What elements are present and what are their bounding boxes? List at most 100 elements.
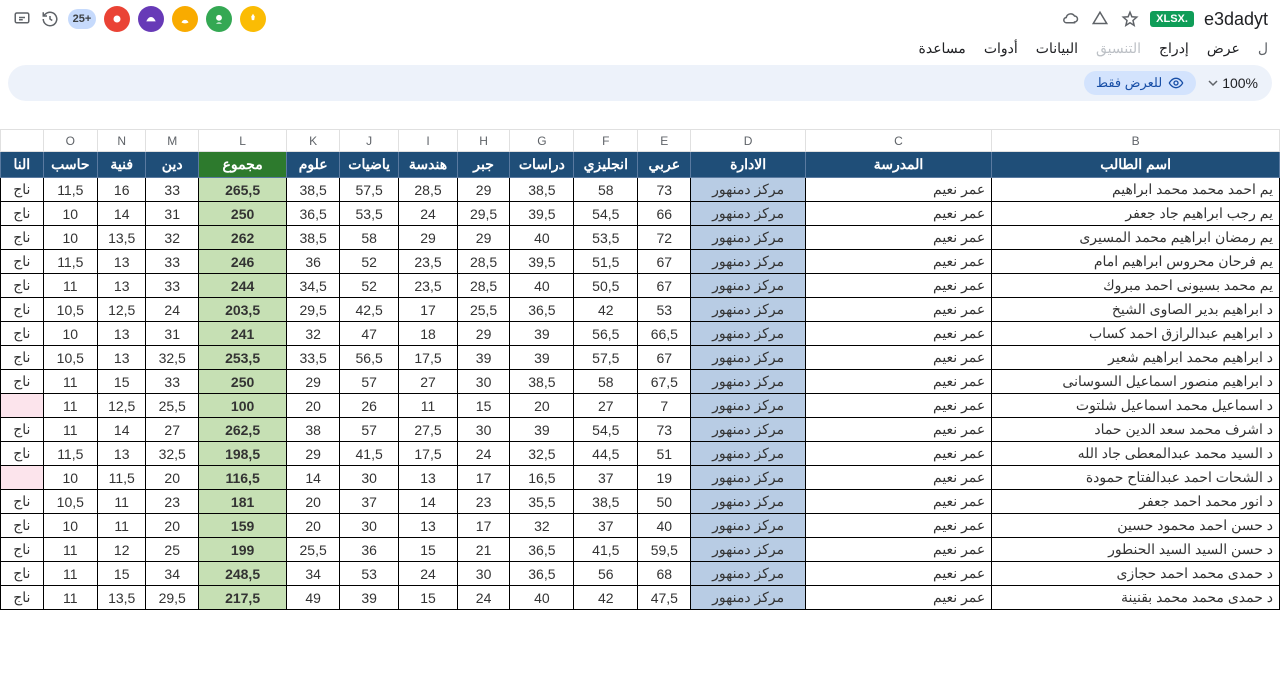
cell[interactable]: 67,5 xyxy=(638,370,691,394)
cell[interactable]: ناج xyxy=(1,586,44,610)
cell[interactable]: 15 xyxy=(457,394,510,418)
cell[interactable]: 11 xyxy=(43,394,97,418)
cell[interactable]: 13 xyxy=(399,514,458,538)
cell[interactable] xyxy=(1,466,44,490)
col-J[interactable]: J xyxy=(340,130,399,152)
cell[interactable]: 13 xyxy=(399,466,458,490)
cell[interactable]: 54,5 xyxy=(574,418,638,442)
cell[interactable]: 29 xyxy=(399,226,458,250)
cell[interactable]: 58 xyxy=(574,370,638,394)
table-row[interactable]: ناج11,51332,5198,52941,517,52432,544,551… xyxy=(1,442,1280,466)
cell[interactable]: 38,5 xyxy=(287,226,340,250)
cell[interactable]: 20 xyxy=(146,514,199,538)
table-row[interactable]: ناج1113,529,5217,549391524404247,5مركز د… xyxy=(1,586,1280,610)
table-row[interactable]: ناج101331241324718293956,566,5مركز دمنهو… xyxy=(1,322,1280,346)
zoom-selector[interactable]: 100% xyxy=(1208,75,1258,91)
cell[interactable]: 31 xyxy=(146,202,199,226)
cell[interactable]: 33 xyxy=(146,370,199,394)
cell[interactable]: 159 xyxy=(199,514,287,538)
cell[interactable]: 33 xyxy=(146,274,199,298)
cell[interactable]: 30 xyxy=(457,370,510,394)
cell[interactable]: يم رجب ابراهيم جاد جعفر xyxy=(992,202,1280,226)
cell[interactable]: 34 xyxy=(146,562,199,586)
cell[interactable]: ناج xyxy=(1,562,44,586)
star-icon[interactable] xyxy=(1120,9,1140,29)
cell[interactable]: مركز دمنهور xyxy=(691,490,805,514)
comments-icon[interactable] xyxy=(12,9,32,29)
cell[interactable]: 12 xyxy=(98,538,146,562)
cell[interactable]: 11 xyxy=(43,562,97,586)
cell[interactable]: 250 xyxy=(199,370,287,394)
cell[interactable]: 30 xyxy=(340,466,399,490)
cell[interactable]: عمر نعيم xyxy=(805,370,992,394)
cell[interactable]: د الشحات احمد عبدالفتاح حمودة xyxy=(992,466,1280,490)
avatar-3[interactable] xyxy=(172,6,198,32)
cell[interactable]: 10 xyxy=(43,202,97,226)
cell[interactable]: 39 xyxy=(340,586,399,610)
cell[interactable]: 41,5 xyxy=(340,442,399,466)
cell[interactable]: 53 xyxy=(638,298,691,322)
cell[interactable]: 49 xyxy=(287,586,340,610)
cell[interactable]: 53,5 xyxy=(340,202,399,226)
cell[interactable]: عمر نعيم xyxy=(805,226,992,250)
cell[interactable]: 40 xyxy=(510,274,574,298)
cell[interactable]: 18 xyxy=(399,322,458,346)
cell[interactable]: د ابراهيم عبدالرازق احمد كساب xyxy=(992,322,1280,346)
cell[interactable]: عمر نعيم xyxy=(805,538,992,562)
cell[interactable]: 58 xyxy=(574,178,638,202)
table-row[interactable]: ناج11122519925,536152136,541,559,5مركز د… xyxy=(1,538,1280,562)
cell[interactable]: د حمدى محمد محمد بقنينة xyxy=(992,586,1280,610)
cell[interactable]: مركز دمنهور xyxy=(691,274,805,298)
cell[interactable]: 24 xyxy=(457,586,510,610)
cell[interactable]: عمر نعيم xyxy=(805,394,992,418)
cell[interactable]: 15 xyxy=(98,370,146,394)
cell[interactable]: 20 xyxy=(287,394,340,418)
col-C[interactable]: C xyxy=(805,130,992,152)
col-N[interactable]: N xyxy=(98,130,146,152)
cell[interactable]: 53 xyxy=(340,562,399,586)
table-row[interactable]: 1112,525,51002026111520277مركز دمنهورعمر… xyxy=(1,394,1280,418)
menu-view[interactable]: عرض xyxy=(1207,40,1240,57)
table-row[interactable]: 1011,520116,51430131716,53719مركز دمنهور… xyxy=(1,466,1280,490)
cell[interactable]: 36 xyxy=(340,538,399,562)
cell[interactable]: 23,5 xyxy=(399,250,458,274)
cell[interactable]: عمر نعيم xyxy=(805,442,992,466)
col-L[interactable]: L xyxy=(199,130,287,152)
cell[interactable]: 67 xyxy=(638,274,691,298)
cell[interactable]: عمر نعيم xyxy=(805,346,992,370)
menu-tools[interactable]: أدوات xyxy=(984,40,1018,57)
cell[interactable]: 262,5 xyxy=(199,418,287,442)
cell[interactable]: 36,5 xyxy=(510,298,574,322)
cell[interactable]: 54,5 xyxy=(574,202,638,226)
col-K[interactable]: K xyxy=(287,130,340,152)
cell[interactable]: 73 xyxy=(638,418,691,442)
cell[interactable]: مركز دمنهور xyxy=(691,586,805,610)
cell[interactable]: 11,5 xyxy=(43,250,97,274)
cell[interactable]: 33 xyxy=(146,250,199,274)
cell[interactable]: 51 xyxy=(638,442,691,466)
cell[interactable]: مركز دمنهور xyxy=(691,514,805,538)
table-row[interactable]: ناج1013,53226238,55829294053,572مركز دمن… xyxy=(1,226,1280,250)
cell[interactable]: ناج xyxy=(1,442,44,466)
cell[interactable] xyxy=(1,394,44,418)
cell[interactable]: 10,5 xyxy=(43,346,97,370)
cell[interactable]: 244 xyxy=(199,274,287,298)
cell[interactable]: 20 xyxy=(510,394,574,418)
cell[interactable]: ناج xyxy=(1,514,44,538)
collaborators-badge[interactable]: 25+ xyxy=(68,9,96,29)
table-row[interactable]: ناج10,511231812037142335,538,550مركز دمن… xyxy=(1,490,1280,514)
cell[interactable]: 39 xyxy=(457,346,510,370)
cell[interactable]: د حسن احمد محمود حسين xyxy=(992,514,1280,538)
cell[interactable]: 50 xyxy=(638,490,691,514)
cell[interactable]: 27 xyxy=(399,370,458,394)
menu-data[interactable]: البيانات xyxy=(1036,40,1078,57)
col-P[interactable] xyxy=(1,130,44,152)
cell[interactable]: 241 xyxy=(199,322,287,346)
col-D[interactable]: D xyxy=(691,130,805,152)
cell[interactable]: 32 xyxy=(287,322,340,346)
cell[interactable]: 10,5 xyxy=(43,490,97,514)
cell[interactable]: 72 xyxy=(638,226,691,250)
cell[interactable]: 29 xyxy=(287,370,340,394)
cell[interactable]: 116,5 xyxy=(199,466,287,490)
col-B[interactable]: B xyxy=(992,130,1280,152)
